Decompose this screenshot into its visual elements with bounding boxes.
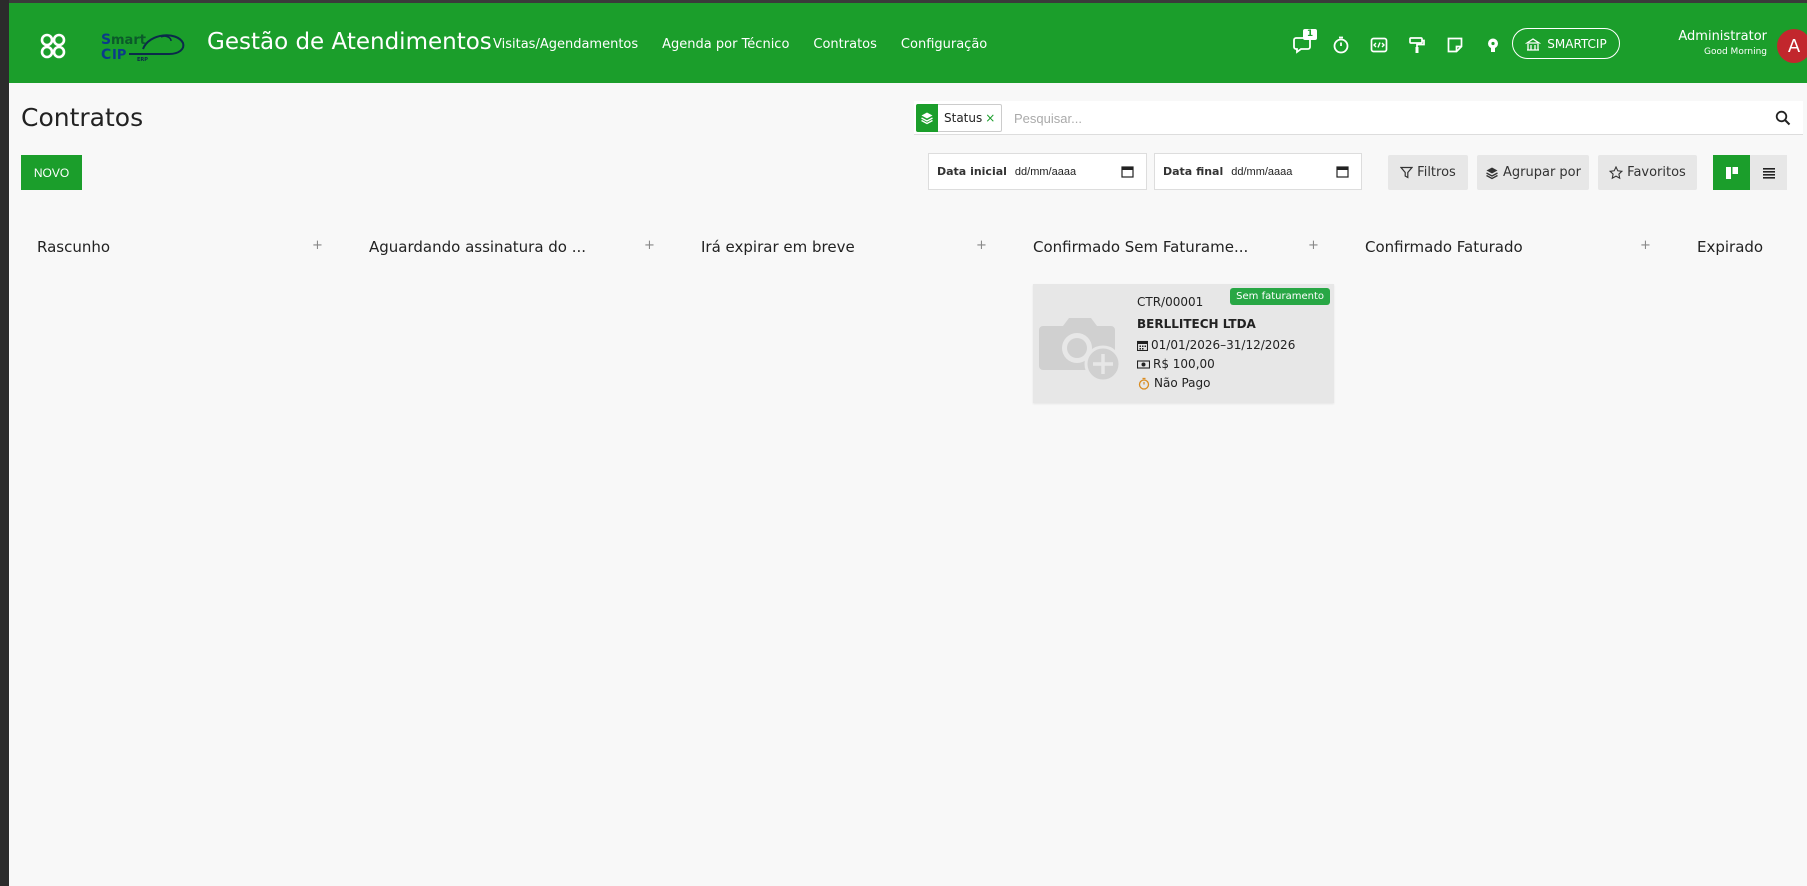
column-title: Rascunho <box>37 238 111 256</box>
sticky-note-icon[interactable] <box>1444 34 1466 56</box>
kanban-column-faturado: Confirmado Faturado + <box>1365 238 1655 258</box>
search-input[interactable] <box>1014 107 1754 129</box>
app-window: S mart C IP ERP Gestão de Atendimentos V… <box>9 3 1807 886</box>
filter-icon <box>1400 166 1414 179</box>
date-end-label: Data final <box>1163 165 1224 178</box>
user-name: Administrator <box>1678 29 1767 44</box>
date-end-value[interactable]: dd/mm/aaaa <box>1231 166 1292 178</box>
svg-text:C: C <box>101 47 111 63</box>
code-icon[interactable] <box>1368 34 1390 56</box>
apps-menu-icon[interactable] <box>39 32 67 60</box>
top-navbar: S mart C IP ERP Gestão de Atendimentos V… <box>9 3 1807 83</box>
column-add-icon[interactable]: + <box>976 238 987 253</box>
company-switcher[interactable]: SMARTCIP <box>1512 28 1620 59</box>
main-menu: Visitas/Agendamentos Agenda por Técnico … <box>493 37 1011 52</box>
filters-label: Filtros <box>1417 165 1456 180</box>
column-add-icon[interactable]: + <box>1640 238 1651 253</box>
lightbulb-icon[interactable] <box>1482 34 1504 56</box>
facet-remove-icon[interactable]: × <box>985 111 995 125</box>
svg-text:mart: mart <box>111 33 146 48</box>
contract-amount: R$ 100,00 <box>1137 357 1215 371</box>
kanban-icon <box>1725 166 1738 179</box>
list-icon <box>1762 167 1775 179</box>
layers-icon <box>916 103 938 132</box>
date-start-value[interactable]: dd/mm/aaaa <box>1015 166 1076 178</box>
company-name: SMARTCIP <box>1547 36 1607 51</box>
list-view-button[interactable] <box>1750 155 1787 190</box>
money-icon <box>1137 359 1150 369</box>
new-button[interactable]: NOVO <box>21 155 82 190</box>
column-title: Confirmado Faturado <box>1365 238 1523 256</box>
dates-text: 01/01/2026–31/12/2026 <box>1151 338 1296 352</box>
column-add-icon[interactable]: + <box>312 238 323 253</box>
paint-roller-icon[interactable] <box>1406 34 1428 56</box>
contract-dates: 01/01/2026–31/12/2026 <box>1137 338 1295 352</box>
page-title: Contratos <box>21 103 144 132</box>
payment-status: Não Pago <box>1137 376 1211 390</box>
status-facet[interactable]: Status × <box>916 103 1002 132</box>
building-icon <box>1525 37 1542 51</box>
contract-reference: CTR/00001 <box>1137 295 1204 309</box>
menu-item-configuracao[interactable]: Configuração <box>901 37 987 52</box>
groupby-button[interactable]: Agrupar por <box>1477 155 1589 190</box>
app-title[interactable]: Gestão de Atendimentos <box>207 29 492 55</box>
calendar-icon[interactable] <box>1336 165 1349 178</box>
kanban-card[interactable]: CTR/00001 Sem faturamento BERLLITECH LTD… <box>1033 284 1334 403</box>
amount-text: R$ 100,00 <box>1153 357 1215 371</box>
window-left-border <box>0 0 9 886</box>
menu-item-visitas[interactable]: Visitas/Agendamentos <box>493 37 638 52</box>
groupby-label: Agrupar por <box>1503 165 1581 180</box>
column-title: Irá expirar em breve <box>701 238 855 256</box>
menu-item-contratos[interactable]: Contratos <box>813 37 877 52</box>
filters-button[interactable]: Filtros <box>1388 155 1468 190</box>
kanban-column-ira-expirar: Irá expirar em breve + <box>701 238 991 258</box>
messaging-icon[interactable]: 1 <box>1292 29 1317 56</box>
kanban-view-button[interactable] <box>1713 155 1750 190</box>
favorites-button[interactable]: Favoritos <box>1598 155 1697 190</box>
payment-text: Não Pago <box>1154 376 1211 390</box>
svg-text:S: S <box>101 32 111 48</box>
facet-label: Status <box>944 111 983 125</box>
timer-icon[interactable] <box>1330 34 1352 56</box>
svg-text:IP: IP <box>112 48 126 63</box>
status-badge: Sem faturamento <box>1230 288 1330 305</box>
star-icon <box>1609 165 1624 179</box>
layers-icon <box>1486 167 1498 179</box>
column-title: Expirado <box>1697 238 1764 256</box>
menu-item-agenda-tecnico[interactable]: Agenda por Técnico <box>662 37 789 52</box>
date-start-label: Data inicial <box>937 165 1007 178</box>
svg-text:ERP: ERP <box>137 57 148 63</box>
user-menu[interactable]: Administrator Good Morning <box>1678 29 1767 57</box>
calendar-icon <box>1137 340 1148 351</box>
user-greeting: Good Morning <box>1704 47 1767 57</box>
date-end-field[interactable]: Data final dd/mm/aaaa <box>1154 153 1362 190</box>
favorites-label: Favoritos <box>1627 165 1686 180</box>
kanban-column-sem-faturamento: Confirmado Sem Faturame... + <box>1033 238 1323 258</box>
stopwatch-icon <box>1138 377 1150 390</box>
column-title: Aguardando assinatura do ... <box>369 238 587 256</box>
smartcip-logo: S mart C IP ERP <box>101 32 185 63</box>
column-title: Confirmado Sem Faturame... <box>1033 238 1249 256</box>
date-start-field[interactable]: Data inicial dd/mm/aaaa <box>928 153 1147 190</box>
message-count-badge: 1 <box>1303 29 1317 40</box>
systray: 1 <box>1292 29 1520 56</box>
column-add-icon[interactable]: + <box>644 238 655 253</box>
partner-name: BERLLITECH LTDA <box>1137 317 1256 331</box>
camera-placeholder-icon <box>1039 318 1122 383</box>
kanban-column-rascunho: Rascunho + <box>37 238 327 258</box>
search-bar: Status × <box>914 101 1803 135</box>
kanban-column-expirado: Expirado <box>1697 238 1802 258</box>
avatar[interactable]: A <box>1777 29 1807 63</box>
search-icon[interactable] <box>1775 110 1791 126</box>
column-add-icon[interactable]: + <box>1308 238 1319 253</box>
calendar-icon[interactable] <box>1121 165 1134 178</box>
kanban-column-aguardando: Aguardando assinatura do ... + <box>369 238 659 258</box>
